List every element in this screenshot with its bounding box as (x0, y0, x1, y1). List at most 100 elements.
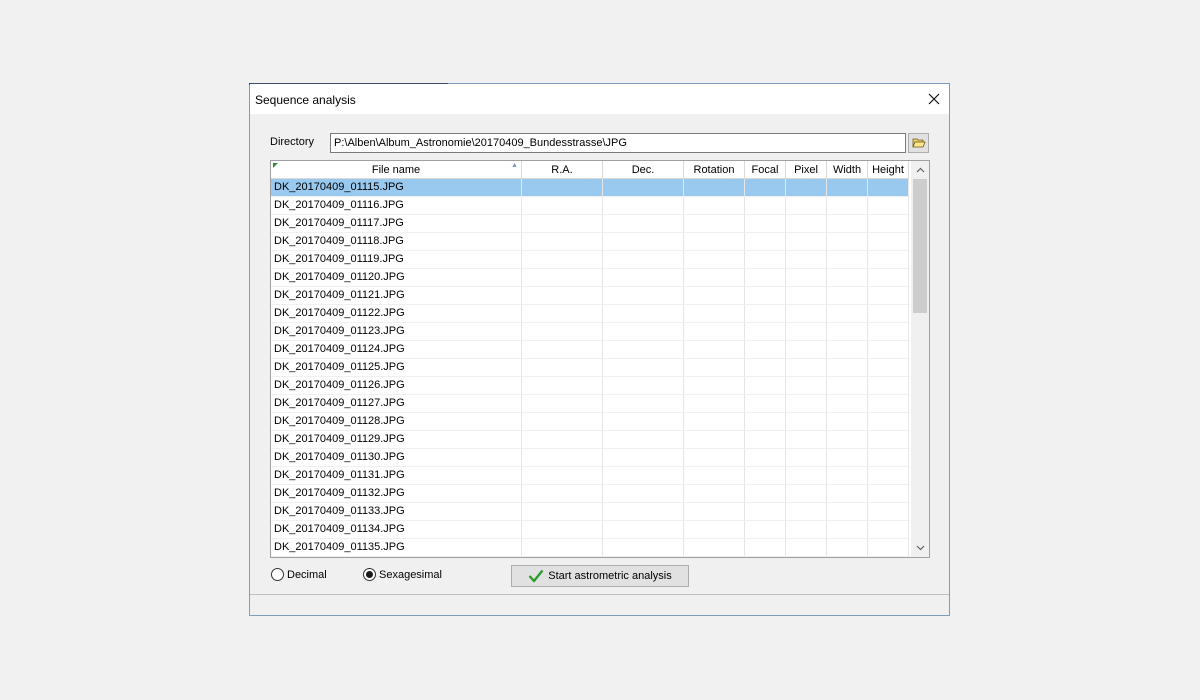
table-row[interactable]: DK_20170409_01133.JPG (271, 503, 910, 521)
directory-input[interactable] (330, 133, 906, 153)
empty-cell (745, 269, 786, 286)
empty-cell (786, 305, 827, 322)
table-row[interactable]: DK_20170409_01135.JPG (271, 539, 910, 557)
sexagesimal-radio[interactable]: Sexagesimal (363, 568, 442, 581)
table-row[interactable]: DK_20170409_01127.JPG (271, 395, 910, 413)
file-name-cell: DK_20170409_01133.JPG (271, 503, 522, 520)
empty-cell (827, 377, 868, 394)
table-row[interactable]: DK_20170409_01131.JPG (271, 467, 910, 485)
column-header[interactable]: Width (827, 161, 868, 179)
empty-cell (868, 485, 909, 502)
table-row[interactable]: DK_20170409_01116.JPG (271, 197, 910, 215)
table-header: File name ▲ R.A. Dec. Rotation Focal Pixel Widt… (271, 161, 909, 179)
empty-cell (522, 233, 603, 250)
scroll-thumb[interactable] (913, 179, 927, 313)
table-row[interactable]: DK_20170409_01115.JPG (271, 179, 910, 197)
column-header[interactable]: Height (868, 161, 909, 179)
empty-cell (868, 215, 909, 232)
empty-cell (603, 269, 684, 286)
empty-cell (786, 521, 827, 538)
empty-cell (522, 341, 603, 358)
empty-cell (786, 413, 827, 430)
table-row[interactable]: DK_20170409_01121.JPG (271, 287, 910, 305)
empty-cell (786, 485, 827, 502)
table-row[interactable]: DK_20170409_01120.JPG (271, 269, 910, 287)
close-button[interactable] (919, 84, 949, 114)
empty-cell (868, 197, 909, 214)
empty-cell (827, 287, 868, 304)
column-header-label: Width (832, 164, 862, 176)
empty-cell (745, 287, 786, 304)
table-row[interactable]: DK_20170409_01130.JPG (271, 449, 910, 467)
column-header-label: Rotation (693, 164, 735, 176)
empty-cell (827, 395, 868, 412)
decimal-radio-circle[interactable] (271, 568, 284, 581)
empty-cell (522, 467, 603, 484)
empty-cell (603, 233, 684, 250)
file-name-cell: DK_20170409_01129.JPG (271, 431, 522, 448)
empty-cell (827, 431, 868, 448)
corner-marker-icon (273, 163, 278, 168)
table-row[interactable]: DK_20170409_01134.JPG (271, 521, 910, 539)
column-header[interactable]: Dec. (603, 161, 684, 179)
column-header-label: Dec. (631, 164, 655, 176)
table-row[interactable]: DK_20170409_01124.JPG (271, 341, 910, 359)
column-header[interactable]: Rotation (684, 161, 745, 179)
column-header[interactable]: Focal (745, 161, 786, 179)
file-name-cell: DK_20170409_01116.JPG (271, 197, 522, 214)
empty-cell (684, 377, 745, 394)
table-body: DK_20170409_01115.JPG DK_20170409_01116.J… (271, 179, 910, 557)
scroll-down-button[interactable] (911, 540, 929, 556)
table-row[interactable]: DK_20170409_01118.JPG (271, 233, 910, 251)
table-row[interactable]: DK_20170409_01126.JPG (271, 377, 910, 395)
empty-cell (745, 503, 786, 520)
empty-cell (684, 431, 745, 448)
file-name-cell: DK_20170409_01126.JPG (271, 377, 522, 394)
table-row[interactable]: DK_20170409_01125.JPG (271, 359, 910, 377)
table-row[interactable]: DK_20170409_01123.JPG (271, 323, 910, 341)
start-astrometric-analysis-button[interactable]: Start astrometric analysis (511, 565, 689, 587)
empty-cell (522, 539, 603, 556)
empty-cell (603, 521, 684, 538)
empty-cell (786, 179, 827, 196)
empty-cell (603, 503, 684, 520)
status-bar (250, 594, 949, 615)
empty-cell (745, 179, 786, 196)
empty-cell (868, 449, 909, 466)
sexagesimal-radio-circle[interactable] (363, 568, 376, 581)
empty-cell (745, 197, 786, 214)
empty-cell (827, 539, 868, 556)
table-row[interactable]: DK_20170409_01117.JPG (271, 215, 910, 233)
empty-cell (745, 413, 786, 430)
empty-cell (522, 431, 603, 448)
empty-cell (786, 431, 827, 448)
file-name-cell: DK_20170409_01124.JPG (271, 341, 522, 358)
column-header[interactable]: R.A. (522, 161, 603, 179)
table-row[interactable]: DK_20170409_01129.JPG (271, 431, 910, 449)
empty-cell (827, 197, 868, 214)
file-table[interactable]: File name ▲ R.A. Dec. Rotation Focal Pixel Widt… (270, 160, 930, 558)
empty-cell (603, 287, 684, 304)
table-row[interactable]: DK_20170409_01119.JPG (271, 251, 910, 269)
scroll-up-button[interactable] (911, 162, 929, 178)
file-name-cell: DK_20170409_01127.JPG (271, 395, 522, 412)
decimal-radio[interactable]: Decimal (271, 568, 327, 581)
empty-cell (603, 251, 684, 268)
empty-cell (827, 179, 868, 196)
start-button-label: Start astrometric analysis (548, 570, 672, 582)
vertical-scrollbar[interactable] (911, 161, 929, 557)
table-row[interactable]: DK_20170409_01128.JPG (271, 413, 910, 431)
column-header[interactable]: Pixel (786, 161, 827, 179)
title-bar: Sequence analysis (250, 84, 949, 114)
empty-cell (684, 485, 745, 502)
browse-directory-button[interactable] (908, 133, 929, 153)
table-row[interactable]: DK_20170409_01132.JPG (271, 485, 910, 503)
empty-cell (522, 269, 603, 286)
empty-cell (745, 251, 786, 268)
file-name-cell: DK_20170409_01120.JPG (271, 269, 522, 286)
table-row[interactable]: DK_20170409_01122.JPG (271, 305, 910, 323)
empty-cell (786, 215, 827, 232)
empty-cell (786, 449, 827, 466)
empty-cell (522, 323, 603, 340)
column-header[interactable]: File name ▲ (271, 161, 522, 179)
